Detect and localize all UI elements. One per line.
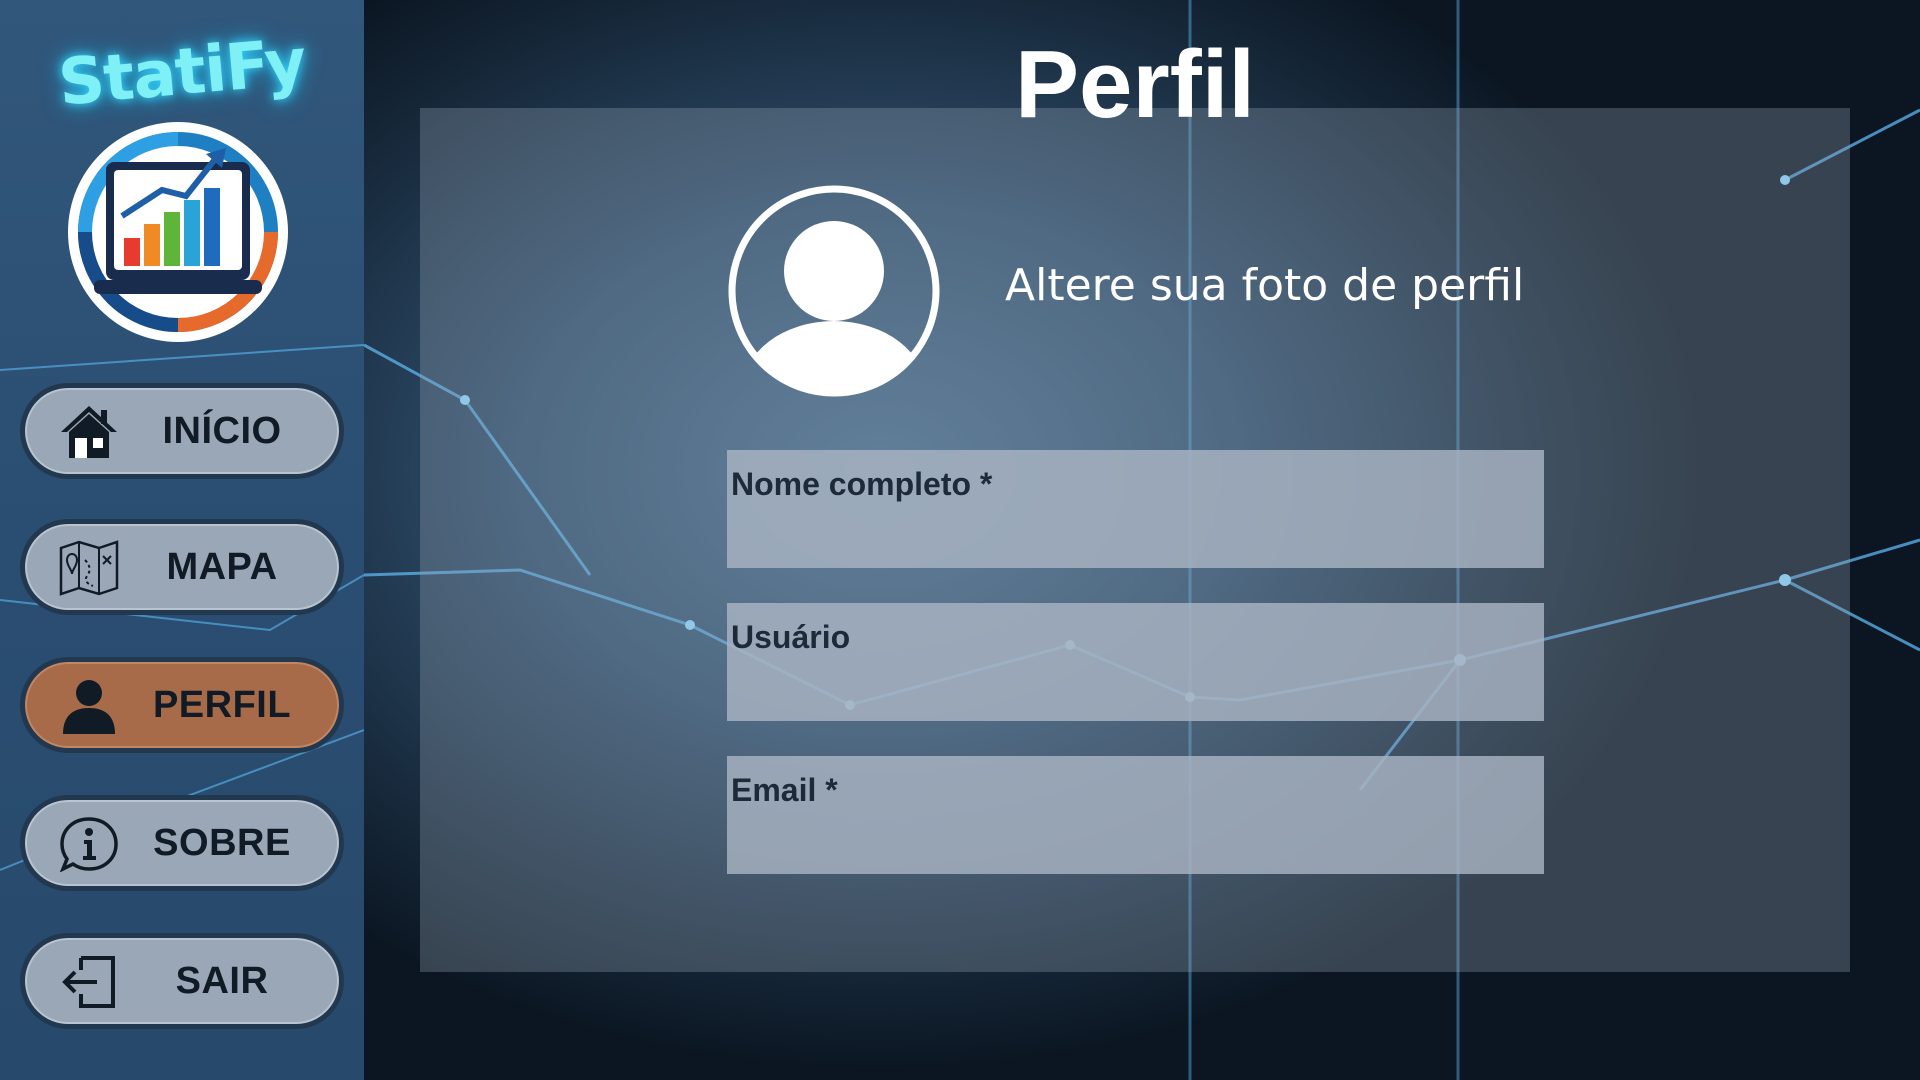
profile-avatar-icon[interactable] — [728, 185, 940, 397]
full-name-field[interactable]: Nome completo * — [727, 450, 1544, 568]
username-field[interactable]: Usuário — [727, 603, 1544, 721]
home-icon — [61, 406, 117, 458]
nav-label-inicio: INÍCIO — [162, 409, 282, 452]
nav-label-perfil: PERFIL — [152, 683, 292, 726]
change-photo-text[interactable]: Altere sua foto de perfil — [1005, 260, 1605, 311]
user-icon — [63, 680, 115, 734]
nav-label-sair: SAIR — [175, 959, 269, 1002]
sidebar: StatiFy INÍCIO MAPA PERFIL SOBRE SAIR — [0, 0, 364, 1080]
username-input[interactable] — [731, 667, 1536, 711]
email-field[interactable]: Email * — [727, 756, 1544, 874]
nav-button-sobre[interactable]: SOBRE — [20, 795, 344, 891]
info-icon — [59, 817, 118, 872]
nav-button-mapa[interactable]: MAPA — [20, 519, 344, 615]
username-label: Usuário — [731, 619, 851, 655]
map-icon — [59, 540, 119, 596]
nav-button-inicio[interactable]: INÍCIO — [20, 383, 344, 479]
logout-icon — [62, 956, 115, 1008]
full-name-label: Nome completo * — [731, 466, 993, 502]
app-logo[interactable] — [66, 120, 290, 344]
nav-label-mapa: MAPA — [166, 545, 278, 588]
nav-button-sair[interactable]: SAIR — [20, 933, 344, 1029]
full-name-input[interactable] — [731, 514, 1536, 558]
page-title: Perfil — [1014, 31, 1256, 138]
nav-label-sobre: SOBRE — [153, 821, 291, 864]
nav-button-perfil[interactable]: PERFIL — [20, 657, 344, 753]
email-input[interactable] — [731, 820, 1536, 864]
email-label: Email * — [731, 772, 838, 808]
